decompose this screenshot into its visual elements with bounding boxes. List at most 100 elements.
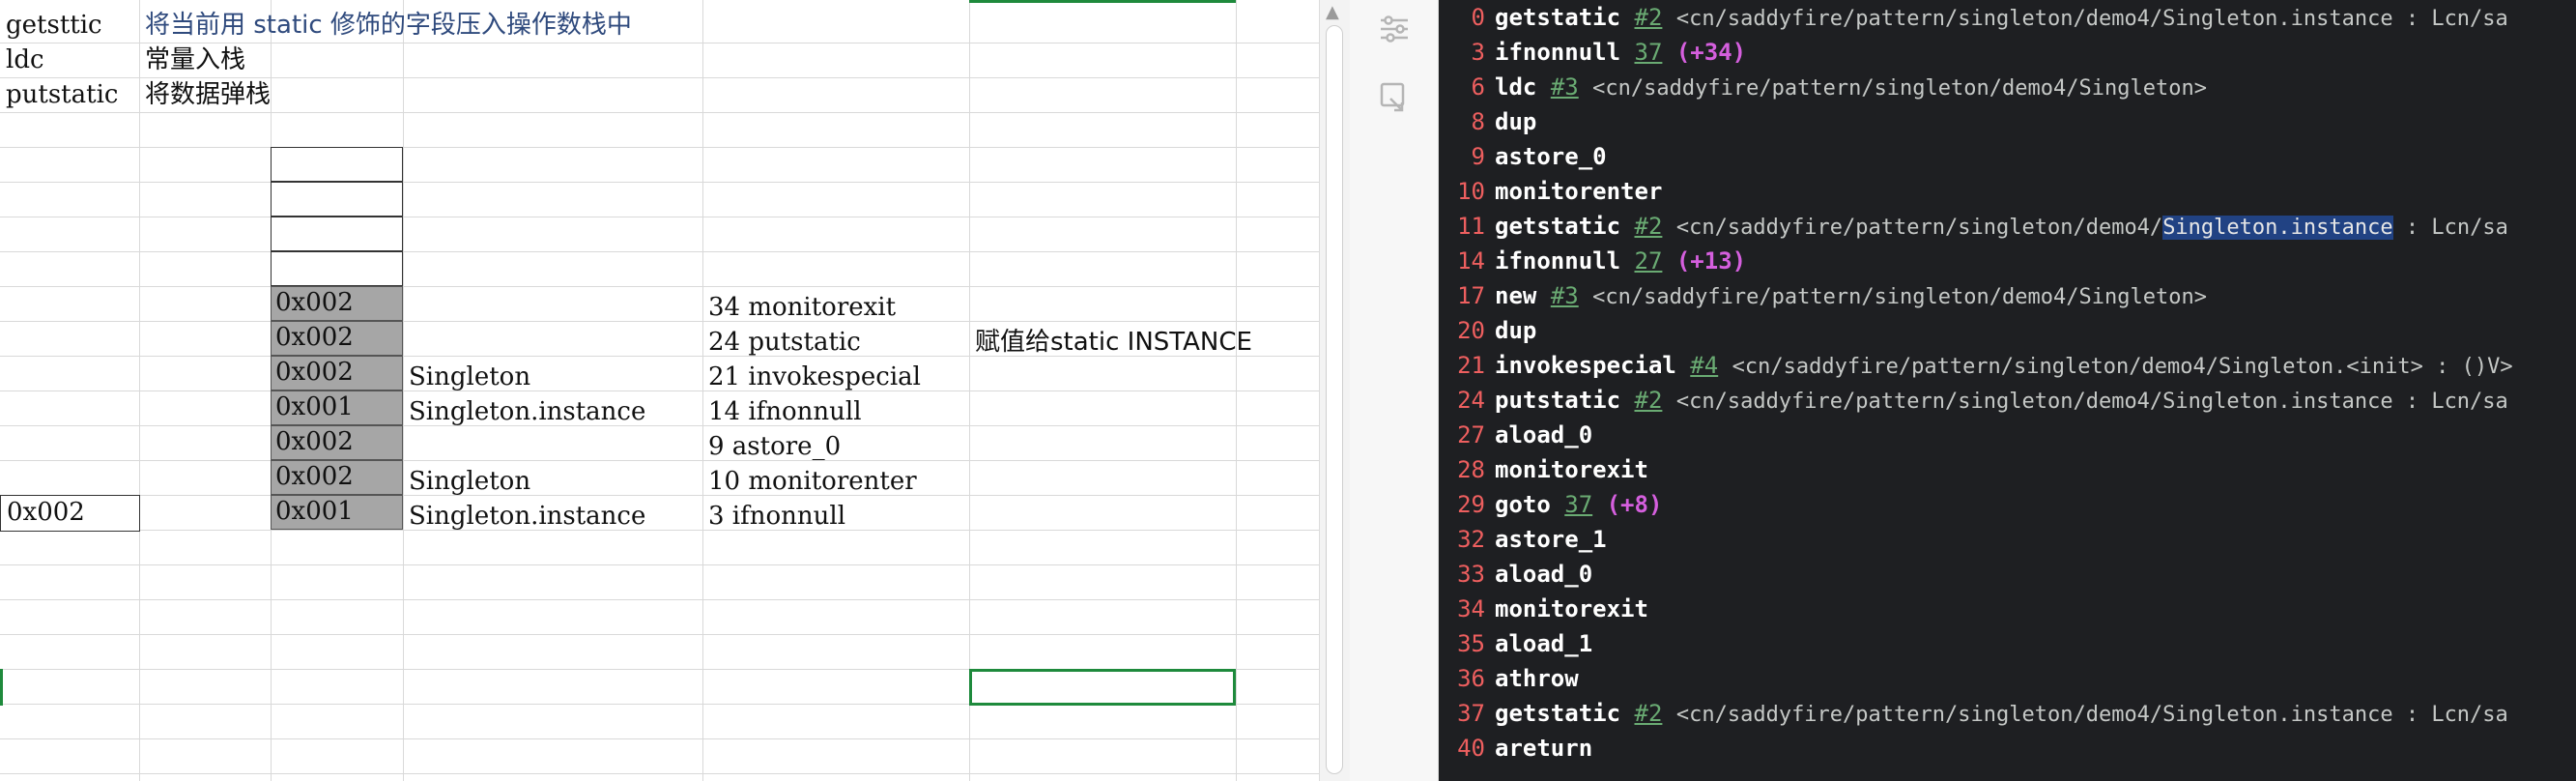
operand-descriptor: <cn/saddyfire/pattern/singleton/demo4/ [1675, 216, 2163, 240]
legend-op-getstatic[interactable]: getsttic [0, 8, 102, 43]
bytecode-viewer[interactable]: 0 getstatic #2 <cn/saddyfire/pattern/sing… [1439, 0, 2576, 781]
reference-cell[interactable]: 0x002 [0, 495, 140, 532]
code-line[interactable]: 32 astore_1 [1439, 522, 1607, 557]
instruction-cell[interactable]: 14 ifnonnull [702, 394, 862, 429]
scroll-thumb[interactable] [1326, 25, 1343, 774]
stack-label[interactable]: Singleton.instance [403, 394, 645, 429]
instruction-cell[interactable]: 24 putstatic [702, 325, 861, 360]
line-number: 0 [1471, 4, 1485, 31]
instruction-cell[interactable]: 3 ifnonnull [702, 499, 845, 534]
vertical-scrollbar[interactable]: ▲ [1319, 0, 1350, 781]
grid-row-line [0, 495, 1319, 496]
code-line[interactable]: 14 ifnonnull 27 (+13) [1439, 244, 1746, 278]
stack-slot[interactable] [271, 182, 403, 217]
note-cell[interactable]: 赋值给static INSTANCE [969, 325, 1252, 360]
code-line[interactable]: 0 getstatic #2 <cn/saddyfire/pattern/sing… [1439, 0, 2508, 35]
stack-slot[interactable]: 0x001 [271, 390, 403, 425]
jump-offset: (+34) [1675, 39, 1747, 66]
opcode: astore_1 [1495, 526, 1607, 553]
code-line[interactable]: 28 monitorexit [1439, 452, 1648, 487]
refresh-icon[interactable] [1377, 79, 1412, 114]
caret-up-icon[interactable]: ▲ [1326, 2, 1339, 22]
line-number: 32 [1457, 526, 1485, 553]
line-number: 27 [1457, 421, 1485, 448]
operand-descriptor-tail: : Lcn/sa [2392, 216, 2508, 240]
instruction-cell[interactable]: 10 monitorenter [702, 464, 917, 499]
code-line[interactable]: 33 aload_0 [1439, 557, 1592, 592]
stack-slot[interactable] [271, 147, 403, 182]
instruction-cell[interactable]: 9 astore_0 [702, 429, 841, 464]
stack-label[interactable]: Singleton [403, 360, 530, 394]
stack-label[interactable]: Singleton.instance [403, 499, 645, 534]
grid-row-line [0, 530, 1319, 531]
stack-slot[interactable]: 0x002 [271, 286, 403, 321]
line-number: 9 [1471, 143, 1485, 170]
line-number: 36 [1457, 665, 1485, 692]
code-line[interactable]: 40 areturn [1439, 731, 1592, 766]
constant-pool-ref[interactable]: #3 [1551, 282, 1579, 309]
constant-pool-ref[interactable]: #4 [1690, 352, 1718, 379]
row-selection-indicator [0, 669, 3, 706]
stack-slot[interactable]: 0x001 [271, 495, 403, 530]
code-line[interactable]: 35 aload_1 [1439, 626, 1592, 661]
code-line[interactable]: 34 monitorexit [1439, 592, 1648, 626]
line-number: 3 [1471, 39, 1485, 66]
legend-op-putstatic[interactable]: putstatic [0, 77, 118, 112]
opcode: getstatic [1495, 4, 1621, 31]
opcode: goto [1495, 491, 1551, 518]
code-line[interactable]: 27 aload_0 [1439, 418, 1592, 452]
instruction-cell[interactable]: 34 monitorexit [702, 290, 896, 325]
legend-desc-ldc[interactable]: 常量入栈 [139, 43, 245, 77]
constant-pool-ref[interactable]: 37 [1635, 39, 1663, 66]
code-line[interactable]: 21 invokespecial #4 <cn/saddyfire/pattern… [1439, 348, 2513, 383]
tool-strip [1350, 0, 1439, 781]
constant-pool-ref[interactable]: 27 [1635, 247, 1663, 275]
constant-pool-ref[interactable]: #2 [1635, 213, 1663, 240]
legend-op-ldc[interactable]: ldc [0, 43, 44, 77]
code-line[interactable]: 3 ifnonnull 37 (+34) [1439, 35, 1747, 70]
stack-slot[interactable]: 0x002 [271, 460, 403, 495]
stack-slot[interactable]: 0x002 [271, 425, 403, 460]
constant-pool-ref[interactable]: #2 [1635, 4, 1663, 31]
selected-text[interactable]: Singleton.instance [2162, 216, 2393, 240]
stack-label[interactable]: Singleton [403, 464, 530, 499]
code-line[interactable]: 29 goto 37 (+8) [1439, 487, 1662, 522]
code-line[interactable]: 6 ldc #3 <cn/saddyfire/pattern/singleton/… [1439, 70, 2207, 104]
spreadsheet[interactable]: getsttic 将当前用 static 修饰的字段压入操作数栈中 ldc 常量… [0, 0, 1319, 781]
code-line[interactable]: 8 dup [1439, 104, 1537, 139]
constant-pool-ref[interactable]: #2 [1635, 387, 1663, 414]
instruction-cell[interactable]: 21 invokespecial [702, 360, 921, 394]
code-line[interactable]: 37 getstatic #2 <cn/saddyfire/pattern/sin… [1439, 696, 2508, 731]
code-line[interactable]: 11 getstatic #2 <cn/saddyfire/pattern/sin… [1439, 209, 2508, 244]
line-number: 11 [1457, 213, 1485, 240]
code-line[interactable]: 20 dup [1439, 313, 1536, 348]
line-number: 34 [1457, 595, 1485, 622]
legend-desc-putstatic[interactable]: 将数据弹栈 [139, 77, 271, 112]
constant-pool-ref[interactable]: #3 [1551, 73, 1579, 101]
code-line[interactable]: 10 monitorenter [1439, 174, 1662, 209]
opcode: putstatic [1495, 387, 1621, 414]
active-cell[interactable] [969, 669, 1236, 706]
code-line[interactable]: 36 athrow [1439, 661, 1579, 696]
code-line[interactable]: 9 astore_0 [1439, 139, 1607, 174]
grid-row-line [0, 599, 1319, 600]
code-line[interactable]: 17 new #3 <cn/saddyfire/pattern/singleton… [1439, 278, 2207, 313]
constant-pool-ref[interactable]: 37 [1564, 491, 1592, 518]
opcode: dup [1495, 108, 1537, 135]
stack-slot[interactable]: 0x002 [271, 321, 403, 356]
stack-slot[interactable] [271, 251, 403, 286]
line-number: 33 [1457, 561, 1485, 588]
opcode: new [1495, 282, 1537, 309]
opcode: areturn [1495, 735, 1593, 762]
constant-pool-ref[interactable]: #2 [1635, 700, 1663, 727]
grid-row-line [0, 564, 1319, 565]
sliders-icon[interactable] [1377, 12, 1412, 46]
legend-desc-getstatic[interactable]: 将当前用 static 修饰的字段压入操作数栈中 [139, 8, 632, 43]
stack-slot[interactable]: 0x002 [271, 356, 403, 390]
stack-slot[interactable] [271, 217, 403, 251]
opcode: monitorexit [1495, 456, 1648, 483]
opcode: invokespecial [1495, 352, 1676, 379]
grid-row-line [0, 634, 1319, 635]
code-line[interactable]: 24 putstatic #2 <cn/saddyfire/pattern/sin… [1439, 383, 2508, 418]
operand-descriptor: <cn/saddyfire/pattern/singleton/demo4/Si… [1592, 285, 2207, 309]
